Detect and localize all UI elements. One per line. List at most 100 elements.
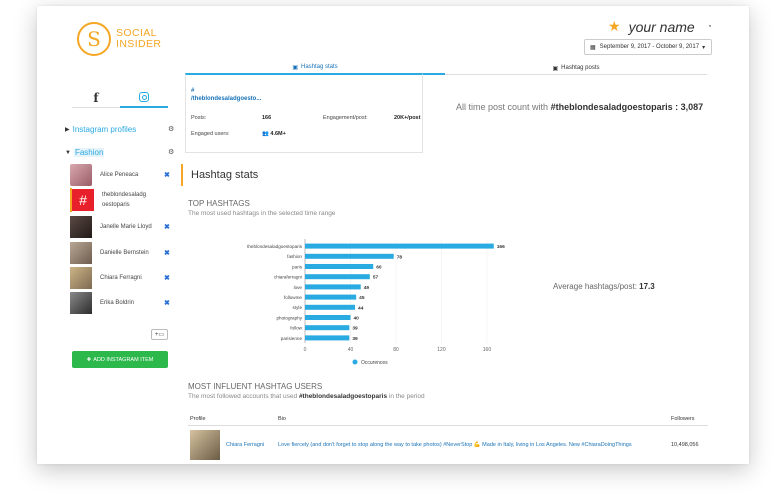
avatar xyxy=(70,216,92,238)
avatar xyxy=(190,430,220,460)
avatar xyxy=(70,267,92,289)
x-tick-label: 80 xyxy=(393,347,399,353)
caret-down-icon: ▾ xyxy=(702,44,706,51)
legend-label: Occurences xyxy=(361,360,388,366)
close-icon[interactable]: ✖ xyxy=(164,223,170,231)
bar xyxy=(305,243,494,249)
section-title: Hashtag stats xyxy=(181,164,258,186)
bar xyxy=(305,315,351,320)
network-tabs: f xyxy=(72,88,168,108)
data-label: 60 xyxy=(376,265,382,271)
caret-right-icon: ▶ xyxy=(65,127,70,133)
x-tick-label: 120 xyxy=(437,347,446,353)
hashtag-icon: # xyxy=(72,189,94,211)
caret-down-icon: ▼ xyxy=(65,149,71,156)
category-label: parisienne xyxy=(281,336,303,341)
app-window: S SOCIAL INSIDER ★ your name ▪ ▦ Septemb… xyxy=(37,6,749,464)
chevron-down-icon[interactable]: ▪ xyxy=(709,23,711,30)
category-label: photography xyxy=(276,315,302,320)
user-menu[interactable]: ★ your name ▪ xyxy=(608,18,711,35)
fashion-group[interactable]: ▼ Fashion xyxy=(65,148,105,157)
calendar-icon: ▦ xyxy=(590,44,596,51)
social-insider-logo[interactable]: S SOCIAL INSIDER xyxy=(77,22,161,56)
avatar xyxy=(70,164,92,186)
most-influent-heading: MOST INFLUENT HASHTAG USERS xyxy=(188,382,323,391)
profile-item-active[interactable]: # theblondesaladg oestoparis xyxy=(70,188,180,212)
bio-text: Love fiercely (and don't forget to stop … xyxy=(278,442,632,448)
profile-item[interactable]: Chiara Ferragni ✖ xyxy=(70,266,180,290)
close-icon[interactable]: ✖ xyxy=(164,274,170,282)
posts-icon: ▣ xyxy=(552,65,559,72)
instagram-tab[interactable] xyxy=(120,88,168,108)
instagram-icon xyxy=(139,92,149,102)
gear-icon[interactable]: ⚙ xyxy=(168,148,174,156)
category-label: style xyxy=(293,305,303,310)
star-icon: ★ xyxy=(608,18,621,34)
x-tick-label: 160 xyxy=(483,347,492,353)
logo-text: SOCIAL INSIDER xyxy=(116,27,162,50)
data-label: 39 xyxy=(352,326,358,332)
bar xyxy=(305,264,374,269)
bar xyxy=(305,284,361,290)
top-hashtags-heading: TOP HASHTAGS xyxy=(188,199,250,208)
profile-item[interactable]: Danielle Bernstein ✖ xyxy=(70,241,180,265)
add-folder-button[interactable]: +▭ xyxy=(151,329,168,340)
data-label: 45 xyxy=(359,295,365,301)
logo-icon: S xyxy=(77,22,111,56)
posts-value: 166 xyxy=(262,115,272,121)
stats-icon: ▣ xyxy=(292,64,298,71)
bar xyxy=(305,325,350,331)
table-header: Profile Bio Followers xyxy=(188,414,708,426)
gear-icon[interactable]: ⚙ xyxy=(168,125,174,133)
data-label: 44 xyxy=(358,305,364,311)
data-label: 39 xyxy=(352,336,358,342)
data-label: 49 xyxy=(364,285,370,291)
category-label: fashion xyxy=(287,254,302,259)
top-hashtags-subtitle: The most used hashtags in the selected t… xyxy=(188,210,336,217)
data-label: 78 xyxy=(397,254,403,260)
category-label: followme xyxy=(284,295,303,300)
plus-icon: +▭ xyxy=(154,332,165,338)
top-hashtags-chart: 0 40 80 120 160 theblondesaladgoestoparis 166 f… xyxy=(247,239,505,366)
most-influent-subtitle: The most followed accounts that used #th… xyxy=(188,393,425,400)
bar xyxy=(305,304,356,310)
all-time-post-count: All time post count with #theblondesalad… xyxy=(456,102,704,112)
close-icon[interactable]: ✖ xyxy=(164,299,170,307)
table-row[interactable]: Chiara Ferragni Love fiercely (and don't… xyxy=(188,428,708,460)
legend-marker xyxy=(352,359,358,365)
profile-item[interactable]: Erika Boldrin ✖ xyxy=(70,291,180,315)
date-range-picker[interactable]: ▦ September 9, 2017 - October 9, 2017 ▾ xyxy=(584,39,712,55)
avatar xyxy=(70,292,92,314)
username: your name xyxy=(628,18,695,35)
hashtag-summary-card: # /theblondesaladgoesto... Posts: 166 En… xyxy=(185,73,423,153)
facebook-tab[interactable]: f xyxy=(72,88,120,108)
followers-count: 10,498,056 xyxy=(671,442,699,448)
profile-item[interactable]: Alice Peneaca ✖ xyxy=(70,163,180,187)
bar xyxy=(305,274,370,280)
users-icon: 👥 xyxy=(262,131,269,137)
category-label: chiaraferragni xyxy=(274,275,302,280)
data-label: 57 xyxy=(373,275,379,281)
tab-hashtag-posts[interactable]: ▣ Hashtag posts xyxy=(445,61,707,75)
avatar xyxy=(70,242,92,264)
bar xyxy=(305,294,357,300)
close-icon[interactable]: ✖ xyxy=(164,171,170,179)
hashtag-link[interactable]: # /theblondesaladgoesto... xyxy=(191,87,261,103)
x-tick-label: 40 xyxy=(348,347,354,353)
data-label: 40 xyxy=(353,316,359,322)
category-label: love xyxy=(294,285,303,290)
engaged-users-value: 👥 4.6M+ xyxy=(262,131,286,137)
facebook-icon: f xyxy=(93,91,99,105)
date-range-text: September 9, 2017 - October 9, 2017 xyxy=(599,44,700,50)
instagram-profiles-group[interactable]: ▶ Instagram profiles xyxy=(65,125,136,134)
x-tick-label: 0 xyxy=(304,347,307,353)
engagement-value: 20K+/post xyxy=(394,115,421,121)
profile-link[interactable]: Chiara Ferragni xyxy=(226,442,264,448)
category-label: paris xyxy=(292,264,303,269)
close-icon[interactable]: ✖ xyxy=(164,249,170,257)
plus-icon: ✚ xyxy=(86,356,92,363)
add-instagram-item-button[interactable]: ✚ ADD INSTAGRAM ITEM xyxy=(72,351,168,368)
profile-item[interactable]: Janelle Marie Lloyd ✖ xyxy=(70,215,180,239)
bar xyxy=(305,335,350,341)
bar xyxy=(305,253,394,259)
